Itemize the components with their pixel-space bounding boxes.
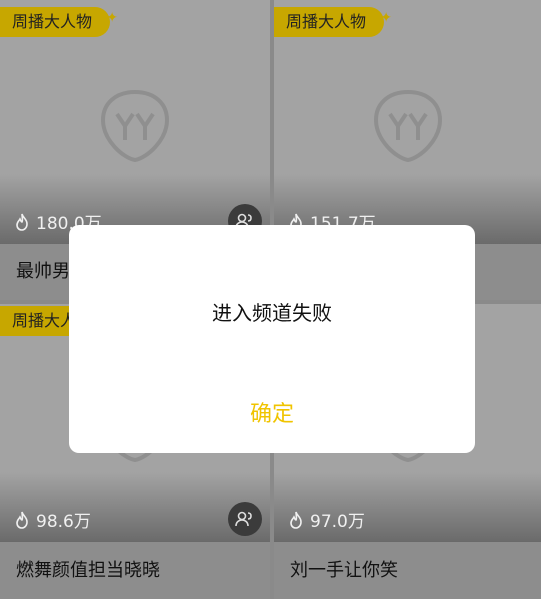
error-dialog: 进入频道失败 确定: [69, 225, 475, 453]
confirm-button[interactable]: 确定: [69, 395, 475, 435]
dialog-message: 进入频道失败: [212, 301, 332, 325]
